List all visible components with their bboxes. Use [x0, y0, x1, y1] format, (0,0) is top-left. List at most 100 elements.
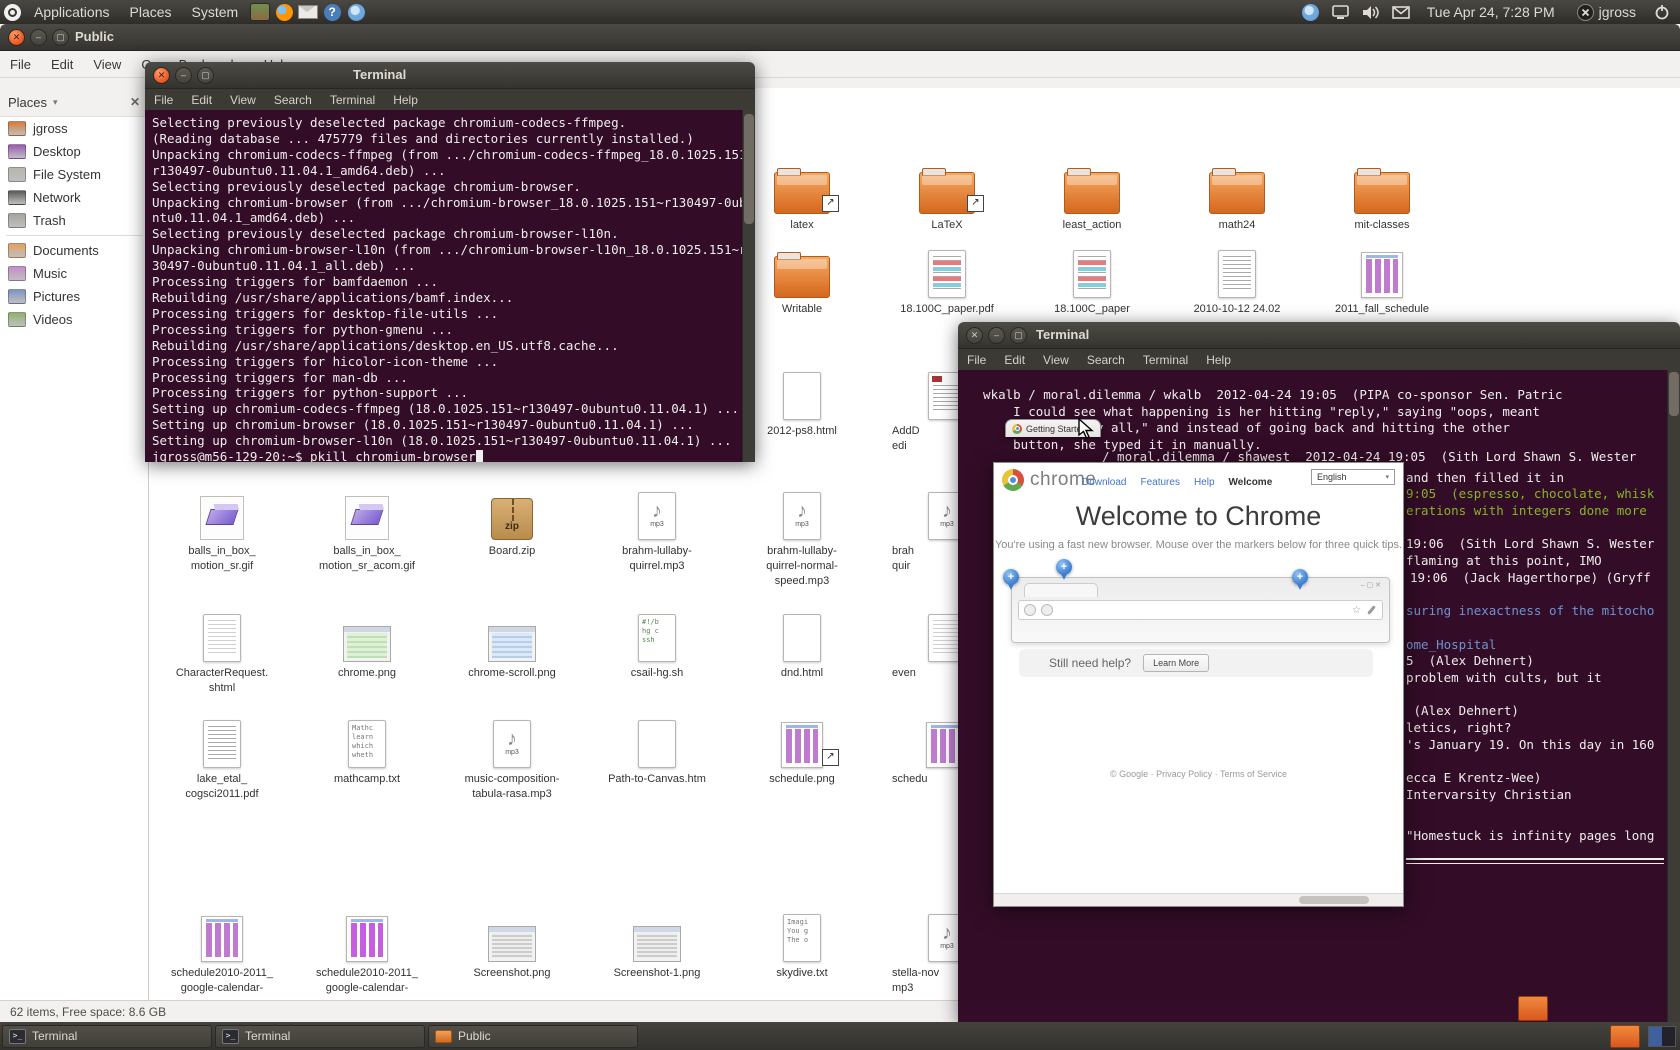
tip-marker-2[interactable]: +	[1056, 559, 1072, 575]
active-workspace[interactable]	[1649, 1027, 1662, 1046]
sidebar-item-network[interactable]: Network	[0, 186, 148, 209]
file-item[interactable]: 2012-ps8.html	[737, 366, 867, 439]
panel-menu-places[interactable]: Places	[120, 0, 182, 24]
file-item[interactable]: schedule2010-2011_google-calendar-	[302, 908, 432, 996]
places-header[interactable]: Places ▾ ✕	[0, 88, 148, 117]
chromium-icon[interactable]	[348, 4, 365, 21]
file-item[interactable]: 2010-10-12 24.02	[1172, 244, 1302, 317]
menu-search[interactable]: Search	[1078, 353, 1134, 367]
file-item[interactable]: Screenshot-1.png	[592, 908, 722, 981]
tip-marker-3[interactable]: +	[1292, 569, 1308, 585]
file-item[interactable]: chrome-scroll.png	[447, 608, 577, 681]
terminal1-scrollbar[interactable]	[742, 110, 755, 462]
nav-link-welcome[interactable]: Welcome	[1229, 477, 1273, 488]
learn-more-button[interactable]: Learn More	[1143, 654, 1209, 672]
file-item[interactable]: Path-to-Canvas.htm	[592, 714, 722, 787]
maximize-icon[interactable]: ▢	[1010, 327, 1027, 344]
display-icon[interactable]	[1331, 2, 1351, 22]
mail-tray-icon[interactable]	[1391, 2, 1411, 22]
sidebar-item-pictures[interactable]: Pictures	[0, 285, 148, 308]
minimize-icon[interactable]: –	[30, 29, 47, 46]
clock[interactable]: Tue Apr 24, 7:28 PM	[1419, 4, 1563, 20]
menu-terminal[interactable]: Terminal	[1134, 353, 1197, 367]
sidebar-item-desktop[interactable]: Desktop	[0, 140, 148, 163]
terminal2-scrollbar[interactable]	[1667, 370, 1680, 1022]
file-manager-titlebar[interactable]: ✕ – ▢ Public	[0, 24, 1680, 51]
file-item[interactable]: balls_in_box_motion_sr_acom.gif	[302, 486, 432, 574]
file-item[interactable]: Imagi You g The oskydive.txt	[737, 908, 867, 981]
file-item[interactable]: zipBoard.zip	[447, 486, 577, 559]
app-tray-icon[interactable]	[1610, 1025, 1640, 1048]
menu-view[interactable]: View	[1034, 353, 1078, 367]
scrollbar-thumb[interactable]	[744, 114, 754, 224]
terminal1-body[interactable]: Selecting previously deselected package …	[145, 110, 755, 462]
minimize-icon[interactable]: –	[175, 67, 192, 84]
menu-file[interactable]: File	[145, 93, 182, 107]
menu-help[interactable]: Help	[384, 93, 427, 107]
sidebar-item-trash[interactable]: Trash	[0, 209, 148, 232]
menu-view[interactable]: View	[83, 57, 131, 72]
nav-link-features[interactable]: Features	[1140, 477, 1179, 488]
firefox-icon[interactable]	[276, 4, 293, 21]
workspace-switcher[interactable]	[1648, 1026, 1676, 1047]
power-icon[interactable]	[1652, 2, 1672, 22]
sidebar-item-documents[interactable]: Documents	[0, 239, 148, 262]
menu-file[interactable]: File	[0, 57, 41, 72]
close-icon[interactable]: ✕	[153, 67, 170, 84]
ubuntu-logo-icon[interactable]	[4, 4, 21, 21]
file-item[interactable]: ↗latex	[737, 160, 867, 233]
file-item[interactable]: CharacterRequest.shtml	[157, 608, 287, 696]
file-item[interactable]: 18.100C_paper.pdf	[882, 244, 1012, 317]
file-item[interactable]: Screenshot.png	[447, 908, 577, 981]
horizontal-scrollbar[interactable]	[994, 893, 1403, 906]
panel-menu-system[interactable]: System	[182, 0, 249, 24]
menu-file[interactable]: File	[958, 353, 995, 367]
close-icon[interactable]: ✕	[8, 29, 25, 46]
menu-edit[interactable]: Edit	[182, 93, 221, 107]
file-item[interactable]: dnd.html	[737, 608, 867, 681]
file-item[interactable]: mit-classes	[1317, 160, 1447, 233]
nav-link-download[interactable]: Download	[1082, 477, 1126, 488]
file-item[interactable]: Writable	[737, 244, 867, 317]
maximize-icon[interactable]: ▢	[52, 29, 69, 46]
file-item[interactable]: math24	[1172, 160, 1302, 233]
file-item[interactable]: balls_in_box_motion_sr.gif	[157, 486, 287, 574]
sidebar-item-jgross[interactable]: jgross	[0, 117, 148, 140]
file-item[interactable]: ♪mp3music-composition-tabula-rasa.mp3	[447, 714, 577, 802]
file-item[interactable]: lake_etal_cogsci2011.pdf	[157, 714, 287, 802]
sidebar-item-music[interactable]: Music	[0, 262, 148, 285]
menu-edit[interactable]: Edit	[41, 57, 83, 72]
menu-view[interactable]: View	[221, 93, 265, 107]
chevron-down-icon[interactable]: ▾	[53, 97, 58, 108]
file-item[interactable]: 2011_fall_schedule	[1317, 244, 1447, 317]
maximize-icon[interactable]: ▢	[197, 67, 214, 84]
nav-link-help[interactable]: Help	[1194, 477, 1215, 488]
file-item[interactable]: least_action	[1027, 160, 1157, 233]
file-item[interactable]: schedule2010-2011_google-calendar-	[157, 908, 287, 996]
file-item[interactable]: ♪mp3brahm-lullaby-quirrel.mp3	[592, 486, 722, 574]
tip-marker-1[interactable]: +	[1003, 569, 1019, 585]
terminal1-titlebar[interactable]: ✕ – ▢ Terminal	[145, 62, 755, 89]
menu-terminal[interactable]: Terminal	[321, 93, 384, 107]
file-item[interactable]: ♪mp3brahm-lullaby-quirrel-normal-speed.m…	[737, 486, 867, 589]
file-item[interactable]: #!/b hg c sshcsail-hg.sh	[592, 608, 722, 681]
chromium-tray-icon[interactable]	[1302, 4, 1319, 21]
file-item[interactable]: ↗schedule.png	[737, 714, 867, 787]
taskbar-item-terminal[interactable]: >_Terminal	[215, 1025, 425, 1048]
language-select[interactable]: English ▾	[1311, 469, 1395, 485]
file-item[interactable]: 18.100C_paper	[1027, 244, 1157, 317]
help-icon[interactable]: ?	[324, 4, 341, 21]
gftp-icon[interactable]	[250, 3, 270, 21]
scrollbar-thumb[interactable]	[1299, 896, 1369, 904]
file-item[interactable]: Mathc learn which whethmathcamp.txt	[302, 714, 432, 787]
minimize-icon[interactable]: –	[988, 327, 1005, 344]
panel-menu-applications[interactable]: Applications	[24, 0, 120, 24]
menu-edit[interactable]: Edit	[995, 353, 1034, 367]
scrollbar-thumb[interactable]	[1669, 372, 1679, 416]
volume-icon[interactable]	[1361, 2, 1381, 22]
file-item[interactable]: chrome.png	[302, 608, 432, 681]
sidebar-item-videos[interactable]: Videos	[0, 308, 148, 331]
sidebar-item-file-system[interactable]: File System	[0, 163, 148, 186]
close-icon[interactable]: ✕	[130, 95, 140, 109]
mail-icon[interactable]	[298, 5, 318, 19]
